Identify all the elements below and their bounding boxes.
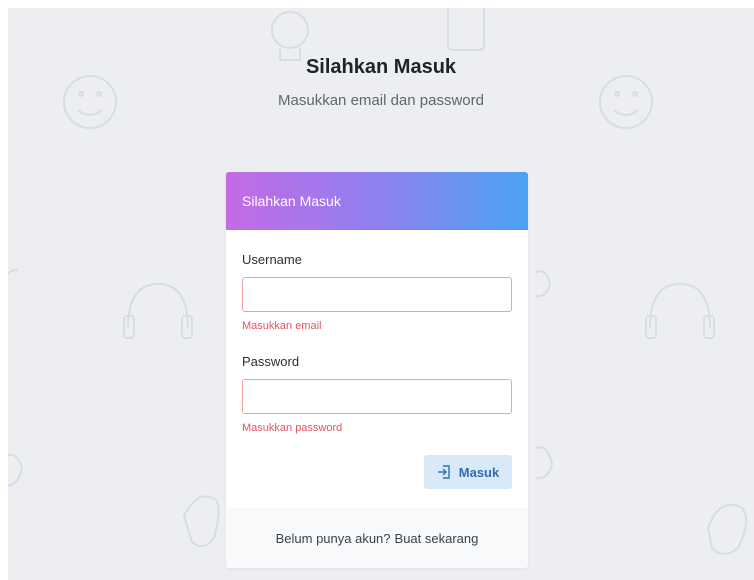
login-button-label: Masuk xyxy=(458,464,500,480)
register-link[interactable]: Buat sekarang xyxy=(395,531,479,546)
register-prompt: Belum punya akun? xyxy=(275,530,391,546)
username-group: Username Masukkan email xyxy=(242,252,512,332)
username-label: Username xyxy=(242,252,302,267)
username-error: Masukkan email xyxy=(242,320,322,332)
page-background: Silahkan Masuk Masukkan email dan passwo… xyxy=(8,8,754,580)
login-icon xyxy=(437,465,450,479)
lightbulb-icon xyxy=(271,11,309,61)
gamepad-icon xyxy=(535,270,552,298)
card-header-title: Silahkan Masuk xyxy=(242,193,341,209)
gamepad-icon xyxy=(535,446,554,480)
password-input[interactable] xyxy=(242,379,512,414)
page-subtitle: Masukkan email dan password xyxy=(278,92,484,109)
card-footer: Belum punya akun? Buat sekarang xyxy=(226,508,528,568)
password-group: Password Masukkan password xyxy=(242,354,512,434)
password-label: Password xyxy=(242,354,300,369)
login-card: Silahkan Masuk Username Masukkan email P… xyxy=(226,172,528,568)
gamepad-icon xyxy=(706,503,748,555)
login-form: Username Masukkan email Password Masukka… xyxy=(226,230,528,530)
headphones-icon xyxy=(8,269,19,275)
login-button[interactable]: Masuk xyxy=(424,455,512,489)
card-header: Silahkan Masuk xyxy=(226,172,528,230)
page-title: Silahkan Masuk xyxy=(305,56,457,78)
headphones-icon xyxy=(123,282,193,339)
tablet-icon xyxy=(447,8,485,51)
gamepad-icon xyxy=(8,453,24,487)
gamepad-icon xyxy=(182,495,220,548)
headphones-icon xyxy=(645,282,715,339)
username-input[interactable] xyxy=(242,277,512,312)
password-error: Masukkan password xyxy=(242,422,343,434)
